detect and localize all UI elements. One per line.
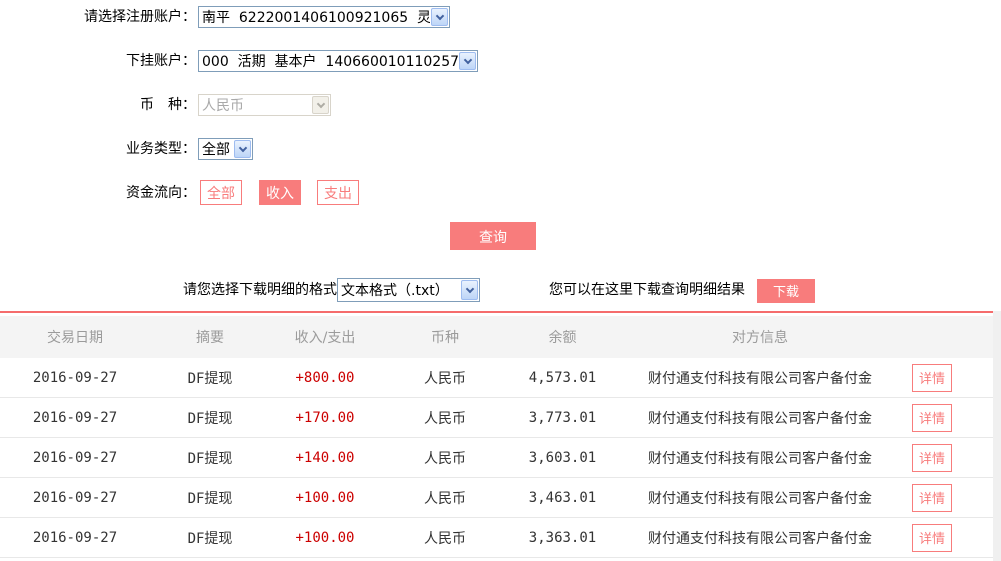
- cell-counterparty: 财付通支付科技有限公司客户备付金: [648, 490, 872, 507]
- cell-currency: 人民币: [424, 450, 466, 467]
- business-type-value: 全部: [202, 142, 230, 158]
- chevron-down-icon[interactable]: [431, 8, 448, 26]
- cell-balance: 3,773.01: [528, 409, 597, 426]
- table-row: 2016-09-27 DF提现 +800.00 人民币 4,573.01 财付通…: [0, 358, 993, 398]
- table-row: 2016-09-27 DF提现 +100.00 人民币 3,463.01 财付通…: [0, 478, 993, 518]
- fund-direction-all-button[interactable]: 全部: [200, 180, 242, 205]
- header-balance: 余额: [548, 330, 577, 346]
- table-right-gutter: [993, 311, 1001, 561]
- table-header-row: 交易日期 摘要 收入/支出 币种 余额 对方信息: [0, 316, 993, 358]
- cell-currency: 人民币: [424, 490, 466, 507]
- detail-button[interactable]: 详情: [912, 443, 952, 472]
- cell-amount: +800.00: [295, 369, 355, 386]
- table-row: 2016-09-27 DF提现 +140.00 人民币 3,603.01 财付通…: [0, 438, 993, 478]
- cell-amount: +170.00: [295, 409, 355, 426]
- table-row: 2016-09-27 DF提现 +100.00 人民币 3,363.01 财付通…: [0, 518, 993, 558]
- table-body: 2016-09-27 DF提现 +800.00 人民币 4,573.01 财付通…: [0, 358, 993, 558]
- cell-date: 2016-09-27: [32, 369, 118, 386]
- transaction-query-page: 请选择注册账户： 南平 6222001406100921065 灵通卡 下挂账户…: [0, 0, 1001, 561]
- cell-currency: 人民币: [424, 410, 466, 427]
- cell-summary: DF提现: [187, 410, 233, 427]
- detail-button[interactable]: 详情: [912, 483, 952, 512]
- currency-select: 人民币: [198, 94, 331, 116]
- chevron-down-icon[interactable]: [459, 52, 476, 70]
- cell-date: 2016-09-27: [32, 529, 118, 546]
- cell-date: 2016-09-27: [32, 409, 118, 426]
- fund-direction-expense-button[interactable]: 支出: [317, 180, 359, 205]
- download-format-label: 请您选择下载明细的格式: [183, 282, 337, 298]
- header-counterparty: 对方信息: [732, 330, 788, 346]
- detail-button[interactable]: 详情: [912, 403, 952, 432]
- cell-summary: DF提现: [187, 370, 233, 387]
- cell-currency: 人民币: [424, 530, 466, 547]
- cell-amount: +100.00: [295, 529, 355, 546]
- business-type-select[interactable]: 全部: [198, 138, 253, 160]
- cell-summary: DF提现: [187, 490, 233, 507]
- download-format-select[interactable]: 文本格式（.txt）: [337, 278, 480, 302]
- chevron-down-icon[interactable]: [461, 280, 478, 300]
- chevron-down-icon[interactable]: [234, 140, 251, 158]
- cell-balance: 3,603.01: [528, 449, 597, 466]
- currency-value: 人民币: [202, 98, 244, 114]
- sub-account-label: 下挂账户：: [126, 53, 196, 69]
- chevron-down-icon: [312, 96, 329, 114]
- cell-counterparty: 财付通支付科技有限公司客户备付金: [648, 370, 872, 387]
- register-account-value: 南平 6222001406100921065 灵通卡: [202, 10, 430, 26]
- cell-amount: +100.00: [295, 489, 355, 506]
- table-row: 2016-09-27 DF提现 +170.00 人民币 3,773.01 财付通…: [0, 398, 993, 438]
- register-account-label: 请选择注册账户：: [84, 9, 196, 25]
- currency-label: 币 种：: [140, 97, 196, 113]
- cell-counterparty: 财付通支付科技有限公司客户备付金: [648, 410, 872, 427]
- download-format-value: 文本格式（.txt）: [341, 283, 449, 299]
- table-top-divider: [0, 311, 993, 313]
- cell-summary: DF提现: [187, 450, 233, 467]
- header-summary: 摘要: [196, 330, 224, 346]
- cell-balance: 3,363.01: [528, 529, 597, 546]
- cell-balance: 4,573.01: [528, 369, 597, 386]
- sub-account-select[interactable]: 000 活期 基本户 1406600101102571848: [198, 50, 478, 72]
- detail-button[interactable]: 详情: [912, 523, 952, 552]
- detail-button[interactable]: 详情: [912, 363, 952, 392]
- cell-balance: 3,463.01: [528, 489, 597, 506]
- cell-counterparty: 财付通支付科技有限公司客户备付金: [648, 450, 872, 467]
- header-currency: 币种: [431, 330, 459, 346]
- cell-counterparty: 财付通支付科技有限公司客户备付金: [648, 530, 872, 547]
- download-button[interactable]: 下载: [757, 279, 815, 303]
- cell-amount: +140.00: [295, 449, 355, 466]
- cell-date: 2016-09-27: [32, 489, 118, 506]
- fund-direction-income-button[interactable]: 收入: [259, 180, 301, 205]
- query-button[interactable]: 查询: [450, 222, 536, 250]
- header-amount: 收入/支出: [294, 330, 356, 346]
- cell-currency: 人民币: [424, 370, 466, 387]
- business-type-label: 业务类型：: [126, 141, 196, 157]
- cell-date: 2016-09-27: [32, 449, 118, 466]
- cell-summary: DF提现: [187, 530, 233, 547]
- sub-account-value: 000 活期 基本户 1406600101102571848: [202, 54, 458, 70]
- register-account-select[interactable]: 南平 6222001406100921065 灵通卡: [198, 6, 450, 28]
- download-hint: 您可以在这里下载查询明细结果: [549, 282, 745, 298]
- header-date: 交易日期: [47, 330, 103, 346]
- fund-direction-label: 资金流向：: [126, 185, 196, 201]
